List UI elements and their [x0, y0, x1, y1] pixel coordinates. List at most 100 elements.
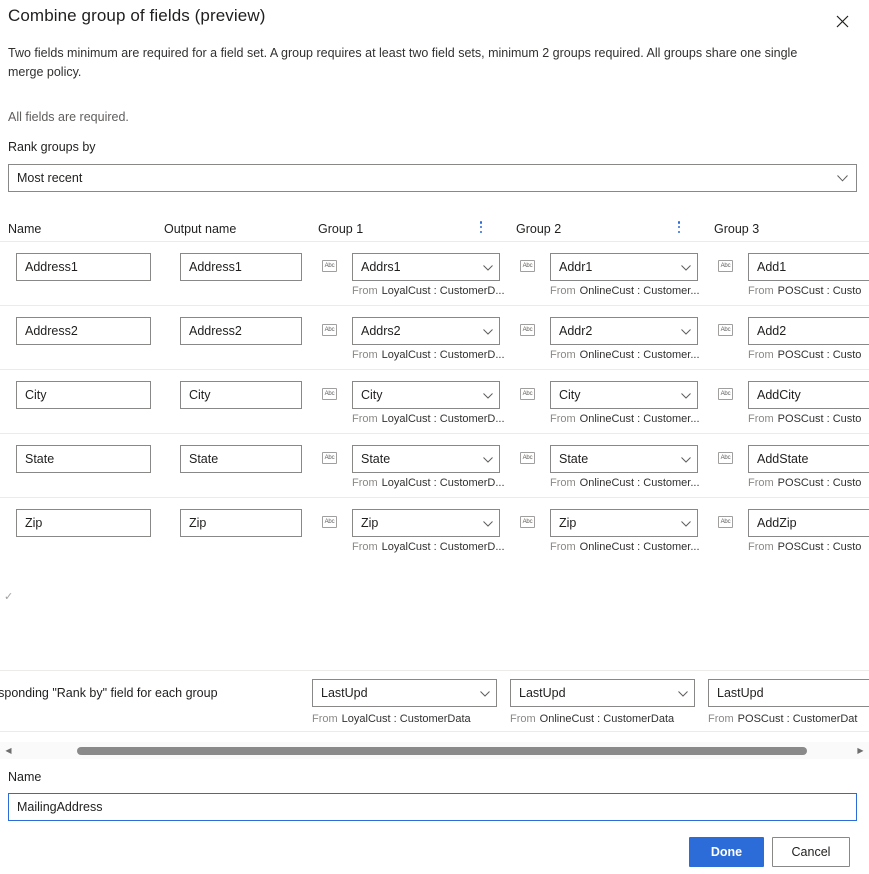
- table-row: Abc Addrs1 FromLoyalCust : CustomerD... …: [0, 242, 869, 306]
- group-2-field-select[interactable]: Zip: [550, 509, 698, 537]
- chevron-down-icon: [479, 388, 493, 402]
- group-2-field-select[interactable]: Addr1: [550, 253, 698, 281]
- chevron-down-icon: [677, 260, 691, 274]
- name-input[interactable]: [8, 793, 857, 821]
- group-2-source-text: FromOnlineCust : Customer...: [550, 285, 700, 297]
- row-name-input[interactable]: [16, 381, 151, 409]
- group-1-source-text: FromLoyalCust : CustomerD...: [352, 477, 505, 489]
- chevron-down-icon: [677, 516, 691, 530]
- chevron-down-icon: [479, 452, 493, 466]
- field-type-abc-icon: Abc: [718, 452, 733, 464]
- group-2-source-text: FromOnlineCust : Customer...: [550, 477, 700, 489]
- group-1-field-select[interactable]: Zip: [352, 509, 500, 537]
- row-output-name-input[interactable]: [180, 317, 302, 345]
- scroll-left-arrow-icon[interactable]: ◀: [0, 742, 17, 759]
- rank-by-group-3-value: LastUpd: [717, 686, 764, 700]
- field-type-abc-icon: Abc: [322, 516, 337, 528]
- field-type-abc-icon: Abc: [520, 260, 535, 272]
- group-3-field-select[interactable]: Add2: [748, 317, 869, 345]
- chevron-down-icon: [479, 324, 493, 338]
- group-3-source-text: FromPOSCust : Custo: [748, 285, 861, 297]
- row-output-name-input[interactable]: [180, 381, 302, 409]
- group-3-source-text: FromPOSCust : Custo: [748, 349, 861, 361]
- group-1-source-text: FromLoyalCust : CustomerD...: [352, 413, 505, 425]
- chevron-down-icon: [476, 686, 490, 700]
- column-header-output-name: Output name: [164, 222, 236, 236]
- chevron-down-icon: [677, 324, 691, 338]
- close-icon[interactable]: [829, 8, 855, 34]
- field-type-abc-icon: Abc: [718, 388, 733, 400]
- row-name-input[interactable]: [16, 253, 151, 281]
- horizontal-scrollbar[interactable]: ◀ ▶: [0, 742, 869, 759]
- group-2-more-vertical-icon[interactable]: [672, 219, 686, 235]
- field-type-abc-icon: Abc: [322, 388, 337, 400]
- rank-by-group-1-value: LastUpd: [321, 686, 368, 700]
- group-3-field-select[interactable]: AddCity: [748, 381, 869, 409]
- column-header-group-3: Group 3: [714, 222, 759, 236]
- row-name-input[interactable]: [16, 509, 151, 537]
- rank-by-group-2-source-text: FromOnlineCust : CustomerData: [510, 713, 674, 725]
- row-name-input[interactable]: [16, 317, 151, 345]
- group-1-more-vertical-icon[interactable]: [474, 219, 488, 235]
- rank-groups-by-label: Rank groups by: [8, 140, 96, 154]
- group-2-field-value: Zip: [559, 516, 576, 530]
- field-type-abc-icon: Abc: [520, 388, 535, 400]
- group-3-source-text: FromPOSCust : Custo: [748, 541, 861, 553]
- group-2-source-text: FromOnlineCust : Customer...: [550, 413, 700, 425]
- group-3-field-value: Add2: [757, 324, 786, 338]
- group-2-field-select[interactable]: City: [550, 381, 698, 409]
- field-type-abc-icon: Abc: [718, 516, 733, 528]
- group-1-field-select[interactable]: City: [352, 381, 500, 409]
- rank-by-group-1-select[interactable]: LastUpd: [312, 679, 497, 707]
- group-1-field-select[interactable]: State: [352, 445, 500, 473]
- done-button[interactable]: Done: [689, 837, 764, 867]
- group-1-source-text: FromLoyalCust : CustomerD...: [352, 285, 505, 297]
- cancel-button[interactable]: Cancel: [772, 837, 850, 867]
- table-row: Abc Zip FromLoyalCust : CustomerD... Abc…: [0, 498, 869, 562]
- group-1-field-value: Addrs1: [361, 260, 401, 274]
- group-1-field-value: Zip: [361, 516, 378, 530]
- table-row: Abc Addrs2 FromLoyalCust : CustomerD... …: [0, 306, 869, 370]
- group-1-field-value: Addrs2: [361, 324, 401, 338]
- group-2-field-value: State: [559, 452, 588, 466]
- row-output-name-input[interactable]: [180, 445, 302, 473]
- chevron-down-icon: [677, 452, 691, 466]
- chevron-down-icon: [837, 171, 848, 185]
- group-2-field-value: City: [559, 388, 581, 402]
- rank-by-group-3-source-text: FromPOSCust : CustomerDat: [708, 713, 858, 725]
- scrollbar-track[interactable]: [17, 742, 852, 759]
- rank-groups-by-select[interactable]: Most recent: [8, 164, 857, 192]
- row-output-name-input[interactable]: [180, 253, 302, 281]
- scrollbar-thumb[interactable]: [77, 747, 807, 755]
- group-2-source-text: FromOnlineCust : Customer...: [550, 541, 700, 553]
- group-3-field-value: Add1: [757, 260, 786, 274]
- dialog-title: Combine group of fields (preview): [8, 6, 265, 26]
- group-3-field-select[interactable]: AddZip: [748, 509, 869, 537]
- chevron-down-icon: [677, 388, 691, 402]
- group-1-field-select[interactable]: Addrs1: [352, 253, 500, 281]
- field-type-abc-icon: Abc: [718, 260, 733, 272]
- row-name-input[interactable]: [16, 445, 151, 473]
- group-2-field-select[interactable]: Addr2: [550, 317, 698, 345]
- field-type-abc-icon: Abc: [718, 324, 733, 336]
- group-2-source-text: FromOnlineCust : Customer...: [550, 349, 700, 361]
- chevron-down-icon: [674, 686, 688, 700]
- field-type-abc-icon: Abc: [322, 324, 337, 336]
- group-1-field-value: State: [361, 452, 390, 466]
- scroll-right-arrow-icon[interactable]: ▶: [852, 742, 869, 759]
- chevron-down-icon: [479, 516, 493, 530]
- table-header-row: Name Output name Group 1 Group 2 Group 3: [0, 206, 869, 242]
- all-fields-required-note: All fields are required.: [8, 110, 129, 124]
- rank-by-group-2-value: LastUpd: [519, 686, 566, 700]
- group-1-field-select[interactable]: Addrs2: [352, 317, 500, 345]
- group-3-field-select[interactable]: AddState: [748, 445, 869, 473]
- rank-by-group-3-select[interactable]: LastUpd: [708, 679, 869, 707]
- group-3-field-select[interactable]: Add1: [748, 253, 869, 281]
- group-2-field-select[interactable]: State: [550, 445, 698, 473]
- group-1-source-text: FromLoyalCust : CustomerD...: [352, 349, 505, 361]
- row-output-name-input[interactable]: [180, 509, 302, 537]
- table-row: Abc City FromLoyalCust : CustomerD... Ab…: [0, 370, 869, 434]
- dialog-description: Two fields minimum are required for a fi…: [8, 44, 818, 82]
- rank-by-group-2-select[interactable]: LastUpd: [510, 679, 695, 707]
- group-3-source-text: FromPOSCust : Custo: [748, 413, 861, 425]
